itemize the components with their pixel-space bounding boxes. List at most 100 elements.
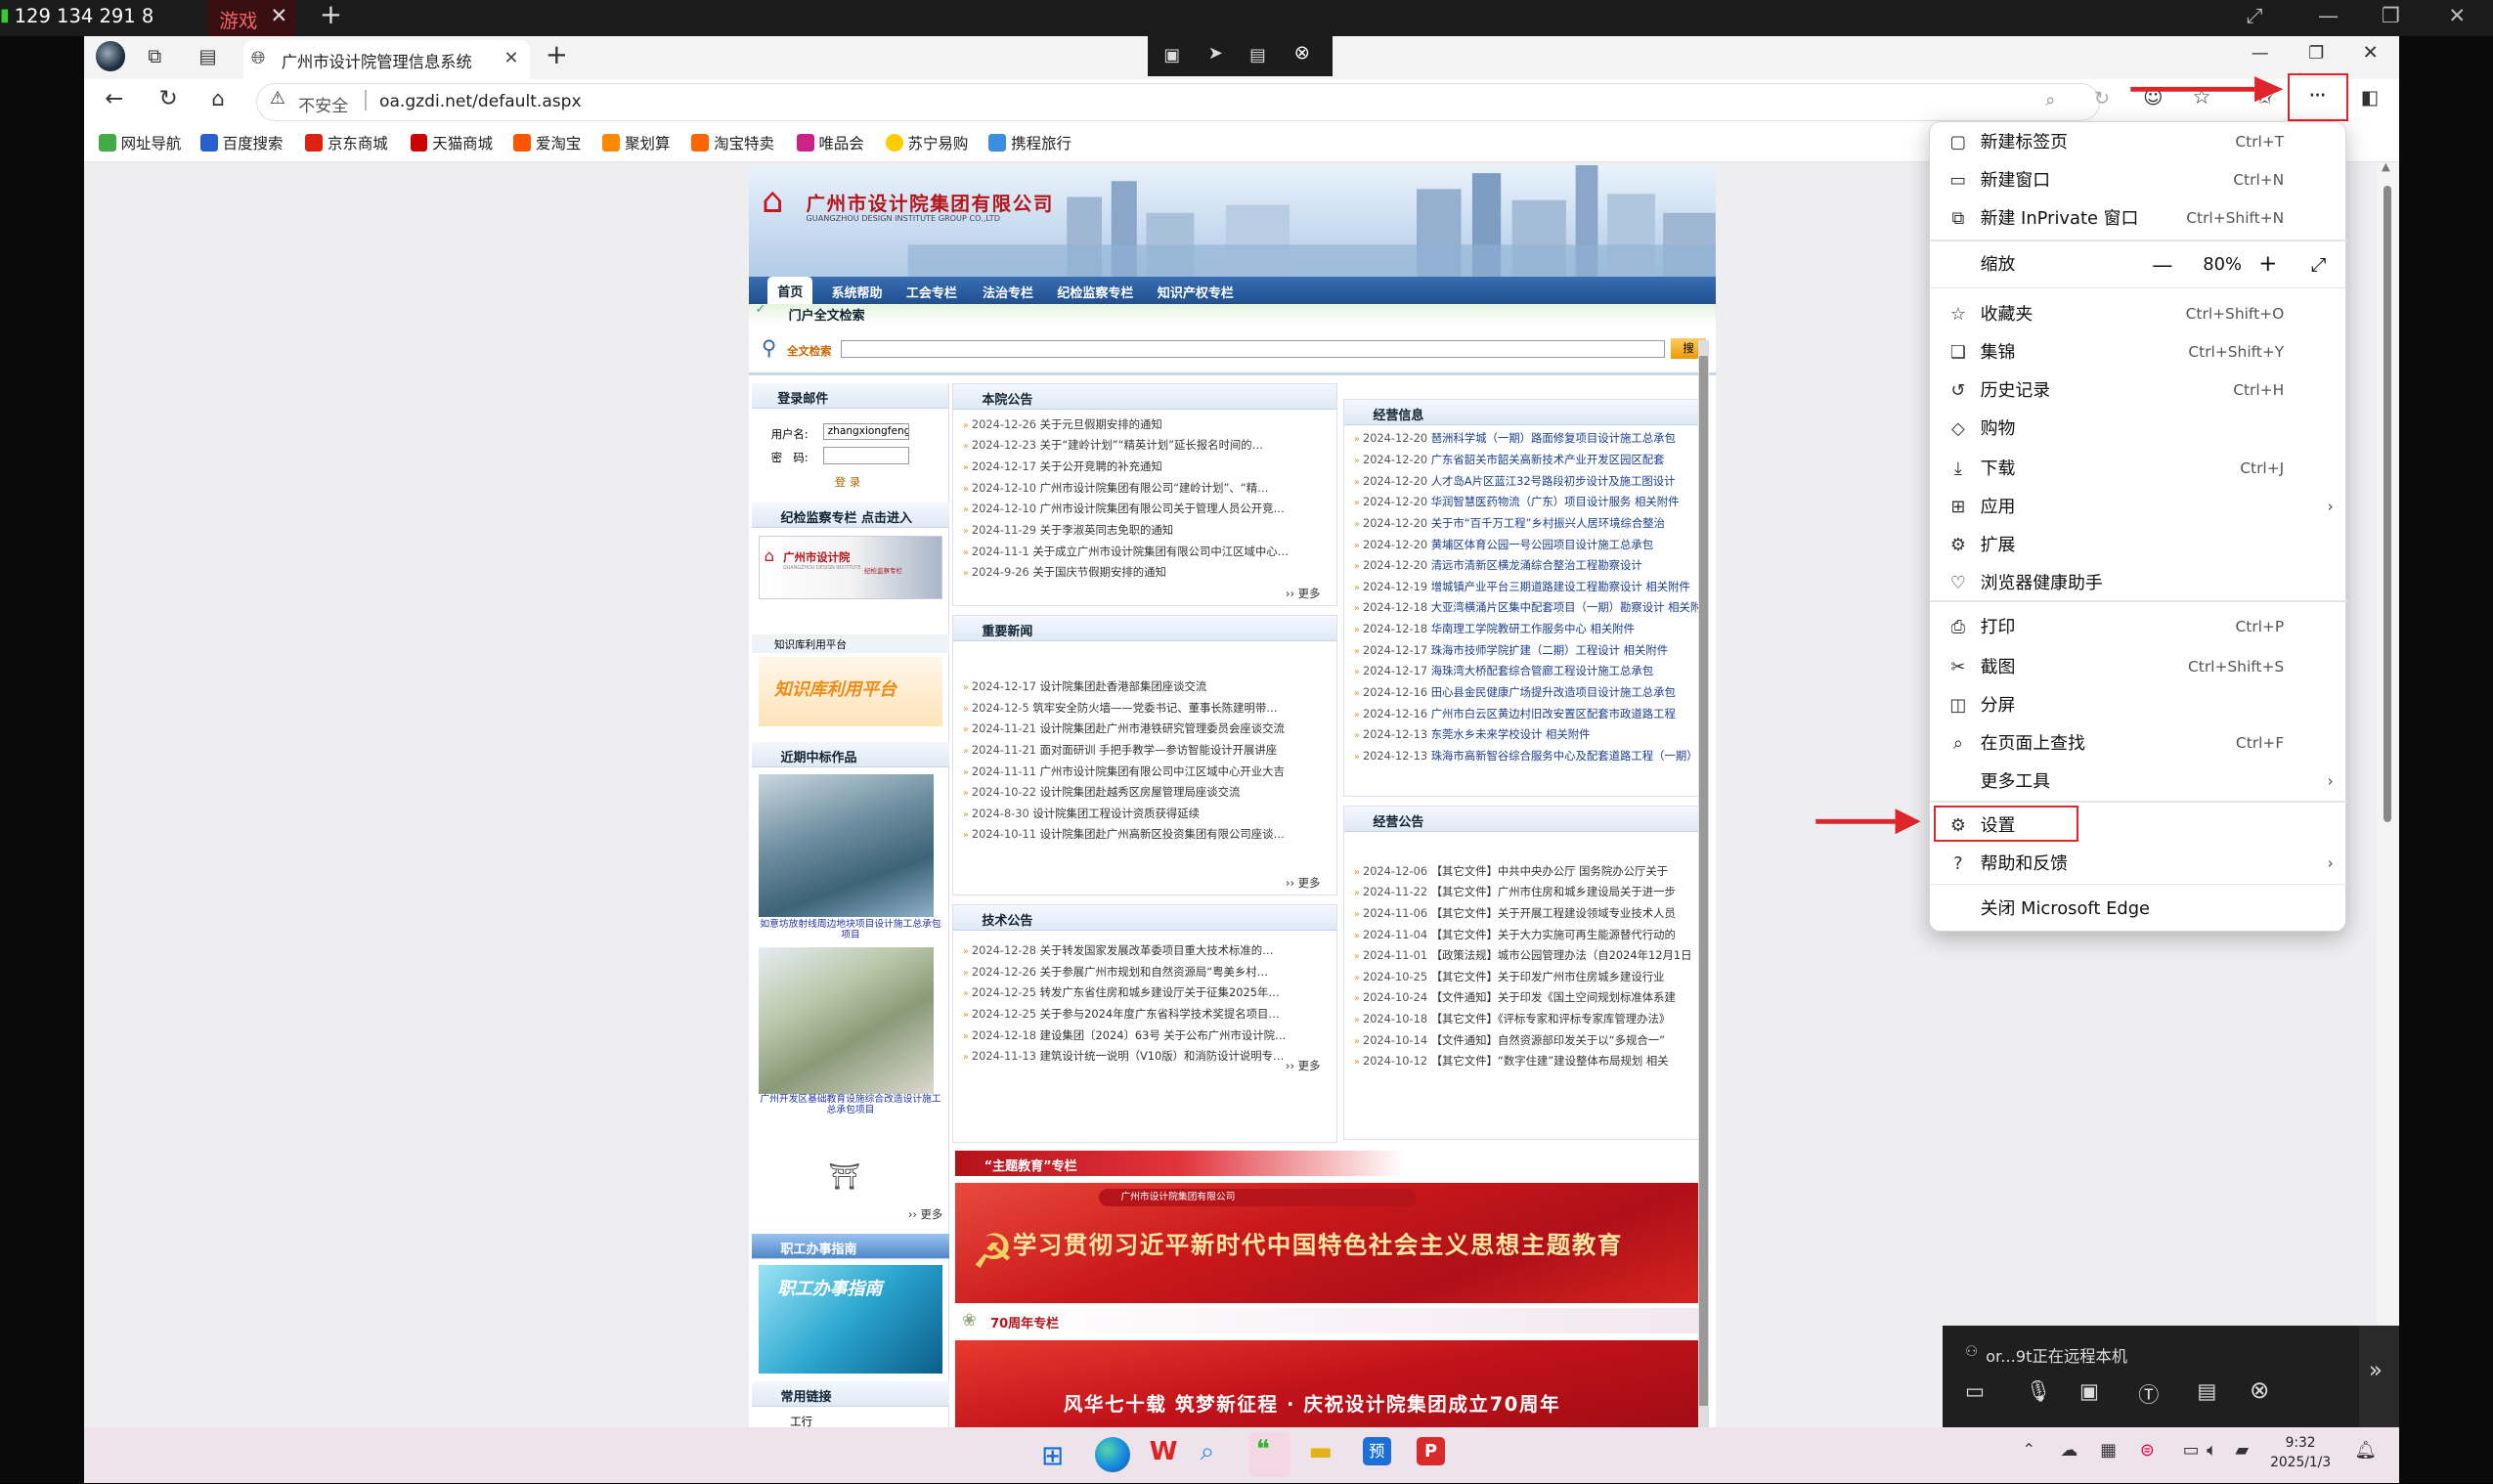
item-title[interactable]: 【其它文件】中共中央办公厅 国务院办公厅关于 — [1431, 864, 1669, 878]
item-title[interactable]: 关于元旦假期安排的通知 — [1040, 417, 1162, 431]
list-item[interactable]: » 2024-12-5 筑牢安全防火墙——党委书记、董事长陈建明带… — [963, 698, 1336, 720]
list-item[interactable]: » 2024-12-18 大亚湾横涌片区集中配套项目（一期）勘察设计 相关附件 — [1354, 597, 1708, 619]
pdf-app-icon[interactable]: P — [1416, 1437, 1446, 1466]
battery-icon[interactable]: ▰ — [2235, 1440, 2249, 1461]
menu-item-collections[interactable]: ❏ 集锦 Ctrl+Shift+Y — [1930, 333, 2348, 371]
workspaces-icon[interactable]: ⧉ — [148, 45, 161, 67]
item-title[interactable]: 设计院集团赴香港部集团座谈交流 — [1040, 679, 1207, 693]
list-item[interactable]: » 2024-10-25 【其它文件】关于印发广州市住房城乡建设行业 — [1354, 967, 1708, 988]
item-title[interactable]: 面对面研训 手把手教学—参访智能设计开展讲座 — [1040, 743, 1278, 757]
menu-item-health[interactable]: ♡ 浏览器健康助手 — [1930, 564, 2348, 602]
clock-time[interactable]: 9:32 — [2269, 1435, 2333, 1451]
more-link[interactable]: ›› 更多 — [1286, 1058, 1320, 1073]
page-scrollbar[interactable] — [1697, 339, 1710, 1428]
close-icon[interactable]: ✕ — [270, 3, 287, 27]
list-item[interactable]: » 2024-12-18 建设集团〔2024〕63号 关于公布广州市设计院… — [963, 1026, 1336, 1047]
screen-icon[interactable]: ▣ — [1163, 45, 1180, 65]
bid-image-1[interactable] — [758, 773, 934, 918]
list-item[interactable]: » 2024-8-30 设计院集团工程设计资质获得延续 — [963, 804, 1336, 825]
item-title[interactable]: 人才岛A片区蓝江32号路段初步设计及施工图设计 — [1431, 474, 1676, 488]
anniv-banner[interactable]: 风华七十载 筑梦新征程 · 庆祝设计院集团成立70周年 — [955, 1339, 1703, 1428]
nav-home[interactable]: 首页 — [767, 276, 812, 304]
list-item[interactable]: » 2024-12-19 增城镇产业平台三期道路建设工程勘察设计 相关附件 — [1354, 577, 1708, 598]
list-item[interactable]: » 2024-11-21 面对面研训 手把手教学—参访智能设计开展讲座 — [963, 740, 1336, 762]
item-title[interactable]: 【其它文件】关于大力实施可再生能源替代行动的 — [1431, 928, 1676, 941]
nav-discipline[interactable]: 纪检监察专栏 — [1057, 283, 1133, 301]
item-title[interactable]: 【其它文件】《评标专家和评标专家库管理办法》 — [1431, 1012, 1671, 1026]
jijian-banner[interactable]: ⌂ 广州市设计院 GUANGZHOU DESIGN INSTITUTE 纪检监察… — [758, 536, 943, 600]
fav-item[interactable]: 唯品会 — [796, 132, 864, 153]
list-item[interactable]: » 2024-11-06 【其它文件】关于开展工程建设领域专业技术人员 — [1354, 903, 1708, 925]
close-window-icon[interactable]: ✕ — [2363, 41, 2379, 64]
profile-avatar[interactable] — [95, 41, 126, 72]
list-item[interactable]: » 2024-12-20 关于市“百千万工程”乡村振兴人居环境综合整治 — [1354, 513, 1708, 535]
list-item[interactable]: » 2024-12-06 【其它文件】中共中央办公厅 国务院办公厅关于 — [1354, 861, 1708, 883]
item-title[interactable]: 珠海市技师学院扩建（二期）工程设计 相关附件 — [1431, 643, 1669, 657]
item-title[interactable]: 设计院集团赴越秀区房屋管理局座谈交流 — [1040, 785, 1241, 799]
nav-help[interactable]: 系统帮助 — [831, 283, 882, 301]
item-title[interactable]: 广东省韶关市韶关高新技术产业开发区园区配套 — [1431, 453, 1665, 466]
search-app-icon[interactable]: ⌕ — [1201, 1437, 1215, 1467]
item-title[interactable]: 转发广东省住房和城乡建设厅关于征集2025年… — [1040, 985, 1280, 999]
menu-item-download[interactable]: ⤓ 下载 Ctrl+J — [1930, 450, 2348, 488]
windows-start-icon[interactable]: ⊞ — [1041, 1439, 1064, 1471]
list-item[interactable]: » 2024-12-17 关于公开竞聘的补充通知 — [963, 457, 1336, 478]
item-title[interactable]: 关于市“百千万工程”乡村振兴人居环境综合整治 — [1431, 516, 1665, 530]
restore-icon[interactable]: ❐ — [2308, 43, 2324, 64]
anniv-title[interactable]: 70周年专栏 — [990, 1313, 1059, 1331]
list-item[interactable]: » 2024-12-16 广州市白云区黄边村旧改安置区配套市政道路工程 — [1354, 704, 1708, 725]
list-item[interactable]: » 2024-12-17 珠海市技师学院扩建（二期）工程设计 相关附件 — [1354, 640, 1708, 662]
scroll-thumb[interactable] — [2383, 186, 2391, 822]
fav-item[interactable]: 百度搜索 — [199, 132, 283, 153]
theme-banner[interactable]: 广州市设计院集团有限公司 ☭ 学习贯彻习近平新时代中国特色社会主义思想主题教育 — [955, 1182, 1703, 1304]
item-title[interactable]: 华润智慧医药物流（广东）项目设计服务 相关附件 — [1431, 495, 1680, 508]
fav-item[interactable]: 苏宁易购 — [885, 132, 968, 153]
more-link[interactable]: ›› 更多 — [1286, 586, 1320, 601]
text-icon[interactable]: Ⓣ — [2138, 1378, 2159, 1409]
item-title[interactable]: 增城镇产业平台三期道路建设工程勘察设计 相关附件 — [1431, 580, 1690, 593]
fav-item[interactable]: 聚划算 — [602, 132, 670, 153]
clock-date[interactable]: 2025/1/3 — [2264, 1455, 2338, 1470]
edge-icon[interactable] — [1095, 1437, 1131, 1472]
list-item[interactable]: » 2024-12-20 广东省韶关市韶关高新技术产业开发区园区配套 — [1354, 450, 1708, 471]
item-title[interactable]: 东莞水乡未来学校设计 相关附件 — [1431, 727, 1591, 741]
list-item[interactable]: » 2024-12-20 黄埔区体育公园一号公园项目设计施工总承包 — [1354, 535, 1708, 556]
list-item[interactable]: » 2024-12-23 关于“建岭计划”“精英计划”延长报名时间的… — [963, 435, 1336, 457]
item-title[interactable]: 广州市设计院集团有限公司关于管理人员公开竞… — [1040, 502, 1285, 515]
list-item[interactable]: » 2024-12-28 关于转发国家发展改革委项目重大技术标准的… — [963, 940, 1336, 962]
browser-scrollbar[interactable]: ▲ — [2377, 159, 2399, 1428]
bid-image-2[interactable] — [758, 947, 934, 1094]
item-title[interactable]: 大亚湾横涌片区集中配套项目（一期）勘察设计 相关附件 — [1431, 600, 1708, 614]
scroll-up-icon[interactable]: ▲ — [2382, 159, 2390, 173]
expand-icon[interactable]: ⤢ — [2247, 3, 2263, 28]
username-field[interactable]: zhangxiongfeng — [823, 422, 910, 441]
list-item[interactable]: » 2024-12-25 转发广东省住房和城乡建设厅关于征集2025年… — [963, 982, 1336, 1004]
preview-app-icon[interactable]: 预 — [1362, 1437, 1391, 1466]
menu-item-history[interactable]: ↺ 历史记录 Ctrl+H — [1930, 371, 2348, 410]
fav-item[interactable]: 京东商城 — [305, 132, 388, 153]
list-item[interactable]: » 2024-12-20 琶洲科学城（一期）路面修复项目设计施工总承包 — [1354, 428, 1708, 450]
item-title[interactable]: 关于参展广州市规划和自然资源局“粤美乡村… — [1040, 965, 1268, 979]
list-item[interactable]: » 2024-11-11 广州市设计院集团有限公司中江区域中心开业大吉 — [963, 762, 1336, 783]
menu-item-help[interactable]: ? 帮助和反馈 › — [1930, 845, 2348, 883]
item-title[interactable]: 清远市清新区横龙涌综合整治工程勘察设计 — [1431, 558, 1642, 572]
item-title[interactable]: 【其它文件】“数字住建”建设整体布局规划 相关 — [1431, 1054, 1669, 1068]
item-title[interactable]: 【其它文件】关于印发广州市住房城乡建设行业 — [1431, 970, 1665, 983]
new-tab-icon[interactable]: + — [546, 38, 568, 70]
list-item[interactable]: » 2024-12-25 关于参与2024年度广东省科学技术奖提名项目… — [963, 1004, 1336, 1026]
list-item[interactable]: » 2024-12-10 广州市设计院集团有限公司关于管理人员公开竞… — [963, 499, 1336, 520]
item-title[interactable]: 建设集团〔2024〕63号 关于公布广州市设计院… — [1040, 1028, 1287, 1042]
item-title[interactable]: 筑牢安全防火墙——党委书记、董事长陈建明带… — [1032, 701, 1277, 715]
more-menu-button[interactable]: ··· — [2308, 83, 2327, 109]
bid-caption-2[interactable]: 广州开发区基础教育设施综合改造设计施工总承包项目 — [759, 1094, 943, 1116]
menu-item-item[interactable]: 更多工具 › — [1930, 763, 2348, 801]
item-title[interactable]: 珠海市高新智谷综合服务中心及配套道路工程（一期） — [1431, 749, 1698, 763]
item-title[interactable]: 关于成立广州市设计院集团有限公司中江区域中心… — [1032, 545, 1289, 558]
list-item[interactable]: » 2024-10-22 设计院集团赴越秀区房屋管理局座谈交流 — [963, 782, 1336, 804]
list-item[interactable]: » 2024-11-01 【政策法规】城市公园管理办法（自2024年12月1日 — [1354, 945, 1708, 967]
tab-active[interactable]: 🌐︎ 广州市设计院管理信息系统 ✕ — [242, 39, 530, 80]
fullscreen-icon[interactable]: ⤢ — [2311, 245, 2327, 284]
item-title[interactable]: 海珠湾大桥配套综合管廊工程设计施工总承包 — [1431, 664, 1654, 677]
jijian-header[interactable]: 纪检监察专栏 点击进入 — [752, 502, 949, 528]
collapse-button[interactable]: » — [2359, 1326, 2399, 1428]
